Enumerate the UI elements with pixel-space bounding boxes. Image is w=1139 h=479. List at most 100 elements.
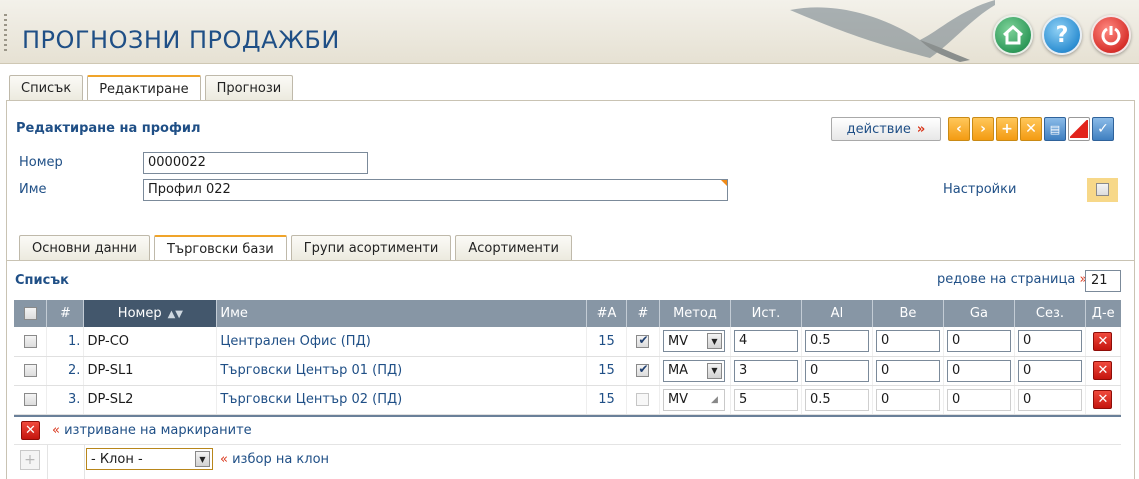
col-count-a: #A bbox=[586, 300, 627, 327]
rows-per-page-label: редове на страница bbox=[937, 272, 1076, 287]
help-icon: ? bbox=[1055, 22, 1069, 48]
trade-bases-table: # Номер ▲▼ Име #A # Метод Ист. Al Be Ga С… bbox=[14, 300, 1122, 415]
settings-checkbox[interactable] bbox=[1096, 183, 1109, 196]
delete-row-button[interactable]: ✕ bbox=[1093, 361, 1113, 380]
beta-input[interactable]: 0 bbox=[875, 359, 940, 382]
row-flag-checkbox[interactable] bbox=[636, 333, 650, 348]
add-icon: + bbox=[1001, 121, 1013, 137]
close-icon: ✕ bbox=[1097, 363, 1109, 378]
row-flag-checkbox[interactable] bbox=[636, 362, 650, 377]
action-label: действие bbox=[846, 121, 911, 137]
add-button[interactable]: + bbox=[996, 117, 1018, 141]
save-icon: ✓ bbox=[1097, 121, 1109, 137]
row-name-link[interactable]: Търговски Център 02 (ПД) bbox=[216, 385, 587, 415]
delete-icon bbox=[1070, 120, 1088, 138]
delete-button[interactable] bbox=[1068, 117, 1090, 141]
select-branch-label: избор на клон bbox=[232, 452, 330, 467]
tab-list[interactable]: Списък bbox=[9, 75, 84, 100]
print-button[interactable]: ▤ bbox=[1044, 117, 1066, 141]
sort-icon: ▲▼ bbox=[167, 309, 183, 320]
power-icon bbox=[1101, 26, 1121, 46]
next-button[interactable]: › bbox=[972, 117, 994, 141]
tab-assortment-groups[interactable]: Групи асортименти bbox=[290, 235, 452, 260]
chevron-down-icon: ▼ bbox=[706, 333, 722, 350]
row-name-link[interactable]: Търговски Център 01 (ПД) bbox=[216, 356, 587, 386]
branch-select-wrap: - Клон - ▼ bbox=[86, 448, 213, 470]
row-count: 15 bbox=[586, 356, 627, 386]
alpha-input[interactable]: 0.5 bbox=[804, 388, 869, 411]
section-title: Редактиране на профил bbox=[16, 121, 201, 136]
add-row-button[interactable]: + bbox=[20, 450, 40, 470]
delete-marked-button[interactable]: ✕ bbox=[21, 421, 40, 440]
tab-trade-bases[interactable]: Търговски бази bbox=[153, 235, 287, 261]
footer-col-divider bbox=[84, 445, 85, 479]
tab-assortments[interactable]: Асортименти bbox=[455, 235, 572, 260]
tab-edit[interactable]: Редактиране bbox=[87, 75, 201, 101]
home-button[interactable] bbox=[993, 15, 1033, 55]
method-select[interactable]: MV ◢ bbox=[662, 388, 725, 411]
season-input[interactable]: 0 bbox=[1017, 388, 1082, 411]
alpha-input[interactable]: 0.5 bbox=[804, 330, 869, 353]
hist-input[interactable]: 5 bbox=[733, 388, 798, 411]
settings-box bbox=[1087, 178, 1118, 202]
row-number: DP-CO bbox=[83, 327, 218, 357]
table-header-row: # Номер ▲▼ Име #A # Метод Ист. Al Be Ga С… bbox=[14, 300, 1121, 327]
gamma-input[interactable]: 0 bbox=[946, 359, 1011, 382]
table-footer-divider bbox=[14, 415, 1121, 417]
sub-tabs-divider bbox=[6, 260, 1135, 261]
chevron-down-icon: ▼ bbox=[195, 451, 210, 467]
select-all-checkbox[interactable] bbox=[23, 307, 37, 320]
row-checkbox[interactable] bbox=[23, 364, 37, 377]
resize-grip-icon: ◢ bbox=[710, 394, 718, 405]
alpha-input[interactable]: 0 bbox=[804, 359, 869, 382]
plus-icon: + bbox=[24, 452, 36, 468]
footer-row-divider bbox=[14, 444, 1121, 445]
col-method: Метод bbox=[659, 300, 731, 327]
delete-row-button[interactable]: ✕ bbox=[1093, 390, 1113, 409]
delete-marked-link[interactable]: « изтриване на маркираните bbox=[52, 423, 252, 438]
method-value: MV bbox=[667, 333, 689, 349]
print-icon: ▤ bbox=[1049, 122, 1061, 136]
main-tabs: Списък Редактиране Прогнози bbox=[9, 75, 297, 101]
select-branch-link[interactable]: « избор на клон bbox=[220, 452, 329, 467]
save-button[interactable]: ✓ bbox=[1092, 117, 1114, 141]
row-count: 15 bbox=[586, 327, 627, 357]
action-button[interactable]: действие » bbox=[831, 117, 941, 141]
season-input[interactable]: 0 bbox=[1017, 330, 1082, 353]
list-title: Списък bbox=[15, 273, 69, 288]
hist-input[interactable]: 4 bbox=[733, 330, 798, 353]
help-button[interactable]: ? bbox=[1042, 15, 1082, 55]
prev-button[interactable]: ‹ bbox=[948, 117, 970, 141]
col-number[interactable]: Номер ▲▼ bbox=[83, 300, 218, 327]
method-select[interactable]: MV ▼ bbox=[662, 330, 725, 353]
row-checkbox[interactable] bbox=[23, 334, 37, 348]
cancel-button[interactable]: ✕ bbox=[1020, 117, 1042, 141]
hist-input[interactable]: 3 bbox=[733, 359, 798, 382]
row-number: DP-SL2 bbox=[83, 385, 218, 415]
row-index: 2. bbox=[46, 356, 85, 386]
beta-input[interactable]: 0 bbox=[875, 330, 940, 353]
row-name-link[interactable]: Централен Офис (ПД) bbox=[216, 327, 587, 357]
close-icon: ✕ bbox=[1097, 333, 1109, 349]
col-delete: Д-е bbox=[1085, 300, 1121, 327]
select-all-header bbox=[14, 300, 48, 327]
col-beta: Be bbox=[872, 300, 944, 327]
row-flag-checkbox[interactable] bbox=[636, 393, 650, 406]
power-button[interactable] bbox=[1091, 15, 1131, 55]
beta-input[interactable]: 0 bbox=[875, 388, 940, 411]
drag-grip bbox=[4, 14, 7, 54]
method-select[interactable]: MA ▼ bbox=[662, 359, 725, 382]
delete-marked-label: изтриване на маркираните bbox=[64, 423, 252, 438]
gamma-input[interactable]: 0 bbox=[946, 330, 1011, 353]
row-checkbox[interactable] bbox=[23, 393, 37, 406]
gamma-input[interactable]: 0 bbox=[946, 388, 1011, 411]
season-input[interactable]: 0 bbox=[1017, 359, 1082, 382]
tab-basic-data[interactable]: Основни данни bbox=[19, 235, 150, 260]
branch-select[interactable]: - Клон - ▼ bbox=[86, 448, 213, 470]
number-field[interactable]: 0000022 bbox=[143, 152, 368, 174]
rows-per-page-input[interactable]: 21 bbox=[1085, 270, 1121, 292]
name-field[interactable]: Профил 022 bbox=[143, 179, 728, 201]
delete-row-button[interactable]: ✕ bbox=[1093, 331, 1113, 351]
tab-forecasts[interactable]: Прогнози bbox=[204, 75, 294, 100]
col-season: Сез. bbox=[1014, 300, 1086, 327]
